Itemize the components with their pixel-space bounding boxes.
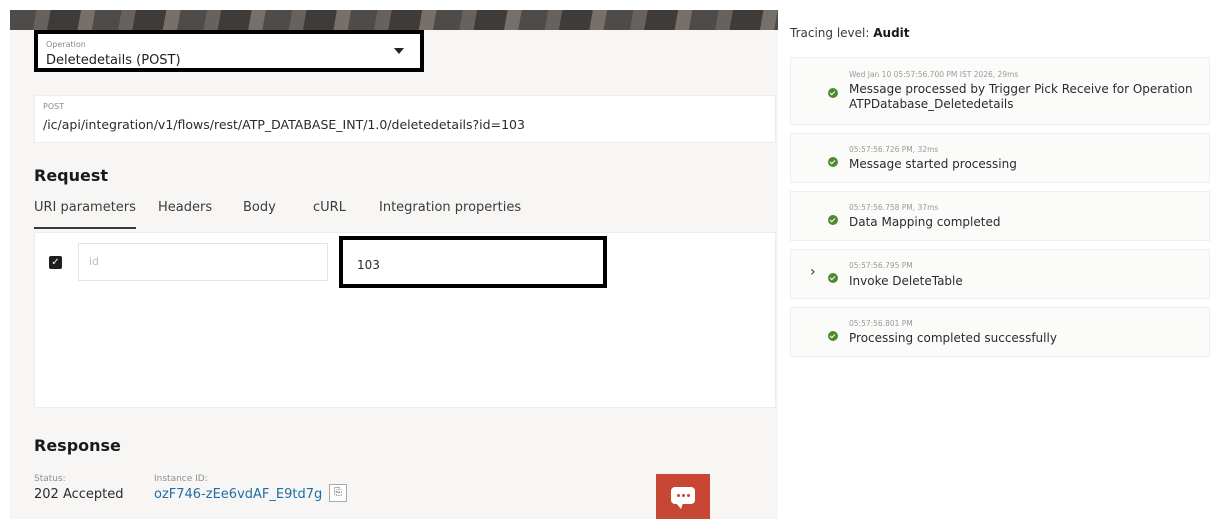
endpoint-url: /ic/api/integration/v1/flows/rest/ATP_DA… bbox=[43, 117, 525, 132]
tab-uri-parameters[interactable]: URI parameters bbox=[34, 200, 136, 229]
activity-event: Wed Jan 10 05:57:56.700 PM IST 2026, 29m… bbox=[790, 57, 1210, 125]
http-method: POST bbox=[43, 102, 65, 111]
operation-select[interactable]: Operation Deletedetails (POST) bbox=[34, 30, 424, 72]
instance-id-link[interactable]: ozF746-zEe6vdAF_E9td7g bbox=[154, 487, 322, 502]
event-time: 05:57:56.795 PM bbox=[849, 261, 913, 270]
event-message: Message started processing bbox=[849, 157, 1017, 171]
tab-headers[interactable]: Headers bbox=[158, 200, 212, 215]
event-time: 05:57:56.801 PM bbox=[849, 319, 913, 328]
response-heading: Response bbox=[34, 436, 121, 455]
header-banner bbox=[10, 10, 778, 32]
tab-integration-properties[interactable]: Integration properties bbox=[379, 200, 521, 215]
event-message: Data Mapping completed bbox=[849, 215, 1001, 229]
endpoint-box: POST /ic/api/integration/v1/flows/rest/A… bbox=[34, 95, 776, 143]
status-label: Status: bbox=[34, 474, 66, 484]
event-time: 05:57:56.726 PM, 32ms bbox=[849, 145, 939, 154]
copy-icon[interactable]: ⎘ bbox=[329, 484, 347, 502]
activity-event: 05:57:56.726 PM, 32ms Message started pr… bbox=[790, 133, 1210, 183]
event-message: Invoke DeleteTable bbox=[849, 274, 963, 288]
checkbox-checked-icon[interactable]: ✓ bbox=[49, 256, 62, 269]
operation-label: Operation bbox=[46, 40, 86, 49]
param-name: id bbox=[89, 255, 100, 268]
param-name-field[interactable]: id bbox=[78, 243, 328, 281]
event-message: Message processed by Trigger Pick Receiv… bbox=[849, 82, 1193, 96]
chevron-down-icon[interactable] bbox=[394, 48, 404, 54]
chat-button[interactable] bbox=[656, 474, 710, 519]
tab-curl[interactable]: cURL bbox=[313, 200, 346, 215]
operation-value: Deletedetails (POST) bbox=[46, 53, 181, 68]
success-check-icon bbox=[828, 215, 838, 225]
success-check-icon bbox=[828, 273, 838, 283]
tracing-level: Tracing level: Audit bbox=[790, 26, 910, 40]
param-value: 103 bbox=[357, 258, 380, 272]
tracing-level-label: Tracing level: bbox=[790, 26, 870, 40]
event-message-line2: ATPDatabase_Deletedetails bbox=[849, 97, 1014, 111]
success-check-icon bbox=[828, 88, 838, 98]
tab-body[interactable]: Body bbox=[243, 200, 276, 215]
activity-event-expandable[interactable]: › 05:57:56.795 PM Invoke DeleteTable bbox=[790, 249, 1210, 299]
activity-event: 05:57:56.758 PM, 37ms Data Mapping compl… bbox=[790, 191, 1210, 241]
chat-icon bbox=[671, 487, 695, 509]
tracing-level-value: Audit bbox=[873, 26, 910, 40]
instance-id-label: Instance ID: bbox=[154, 474, 208, 484]
param-value-field[interactable]: 103 bbox=[339, 236, 607, 288]
event-message: Processing completed successfully bbox=[849, 331, 1057, 345]
success-check-icon bbox=[828, 331, 838, 341]
success-check-icon bbox=[828, 157, 838, 167]
chevron-right-icon[interactable]: › bbox=[810, 264, 816, 280]
status-value: 202 Accepted bbox=[34, 487, 124, 502]
request-heading: Request bbox=[34, 166, 109, 185]
event-time: Wed Jan 10 05:57:56.700 PM IST 2026, 29m… bbox=[849, 70, 1019, 79]
event-time: 05:57:56.758 PM, 37ms bbox=[849, 203, 939, 212]
activity-event: 05:57:56.801 PM Processing completed suc… bbox=[790, 307, 1210, 357]
